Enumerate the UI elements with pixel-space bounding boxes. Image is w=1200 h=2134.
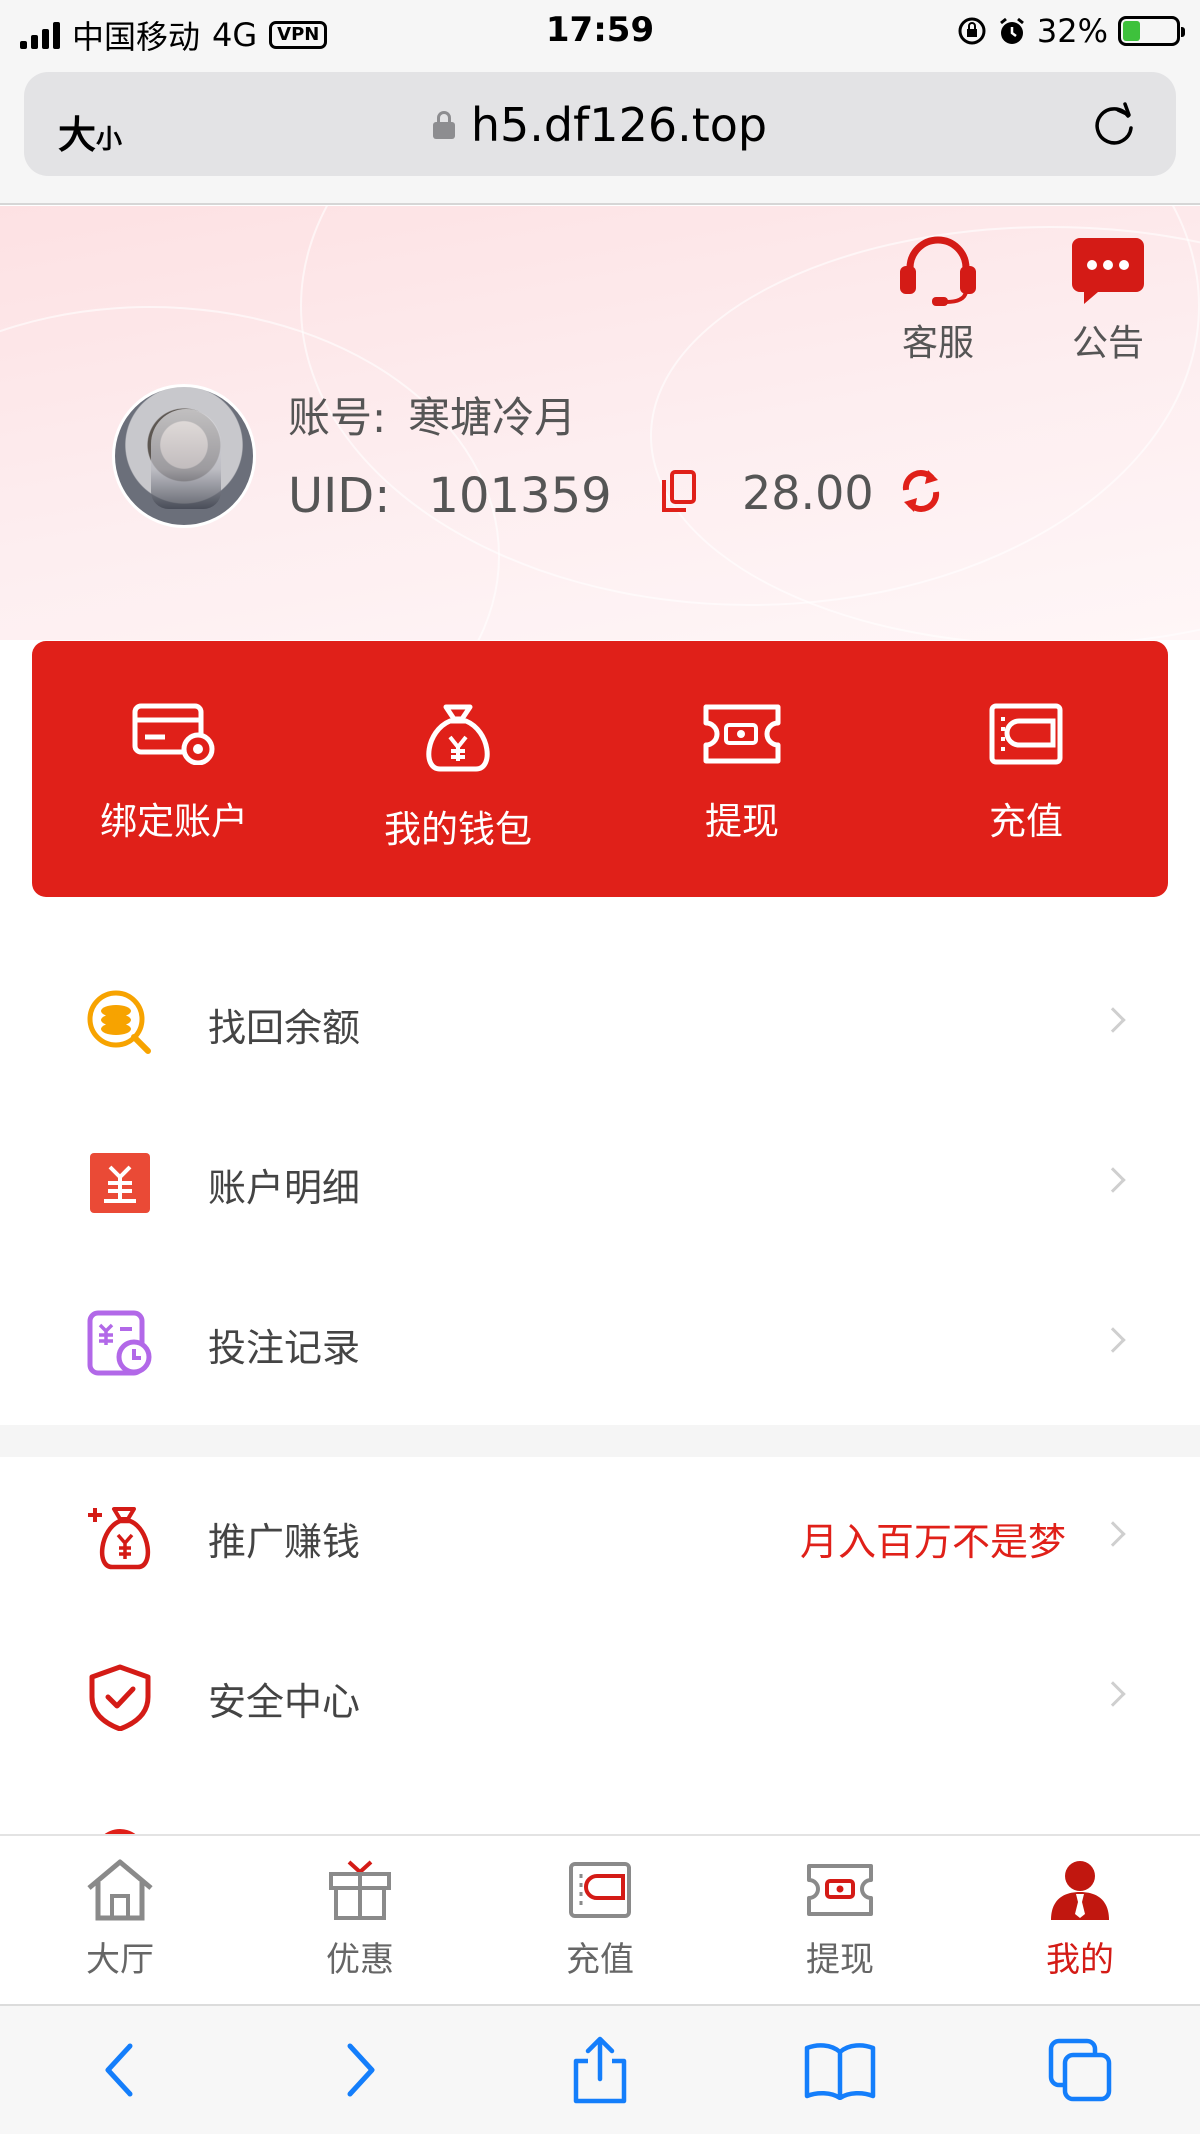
bind-account-icon: [132, 703, 215, 765]
recover-balance-icon: [87, 990, 151, 1054]
tabs-button[interactable]: [1040, 2030, 1120, 2110]
withdraw-icon: [807, 1864, 873, 1916]
tab-label: 充值: [566, 1940, 634, 1980]
withdraw-button[interactable]: 提现: [600, 641, 884, 897]
forward-button[interactable]: [320, 2030, 400, 2110]
bind-account-button[interactable]: 绑定账户: [32, 641, 316, 897]
uid-row: UID: 101359: [288, 468, 612, 524]
tab-label: 大厅: [86, 1940, 154, 1980]
tab-label: 我的: [1046, 1940, 1114, 1980]
menu-item-account-detail[interactable]: 账户明细: [0, 1103, 1200, 1263]
tab-deposit[interactable]: 充值: [480, 1836, 720, 2004]
account-row: 账号: 寒塘冷月: [288, 384, 576, 445]
tabs-icon: [1048, 2038, 1112, 2102]
tab-mine[interactable]: 我的: [960, 1836, 1200, 2004]
tab-promotions[interactable]: 优惠: [240, 1836, 480, 2004]
chevron-right-icon: [1100, 1007, 1126, 1033]
battery-icon: [1118, 16, 1185, 46]
wallet-bag-icon: [426, 704, 490, 772]
share-icon: [573, 2036, 627, 2104]
tab-lobby[interactable]: 大厅: [0, 1836, 240, 2004]
bottom-tab-bar: 大厅 优惠 充值 提现 我的: [0, 1834, 1200, 2004]
uid-label: UID:: [288, 468, 391, 524]
notice-label: 公告: [1071, 323, 1144, 364]
bet-record-icon: [87, 1310, 152, 1376]
book-icon: [804, 2043, 876, 2100]
chevron-left-icon: [105, 2043, 133, 2097]
profile-header: 客服 公告 账号: 寒塘冷月 UID: 101359 28.00: [0, 206, 1200, 640]
promo-slogan: 月入百万不是梦: [799, 1520, 1066, 1564]
tab-label: 优惠: [326, 1940, 394, 1980]
menu-group-2: 推广赚钱 月入百万不是梦 安全中心: [0, 1457, 1200, 1837]
back-button[interactable]: [80, 2030, 160, 2110]
tab-label: 提现: [806, 1940, 874, 1980]
copy-icon[interactable]: [660, 470, 698, 514]
bind-account-label: 绑定账户: [100, 800, 248, 843]
chevron-right-icon: [1100, 1327, 1126, 1353]
address-bar[interactable]: 大小 h5.df126.top: [24, 72, 1176, 176]
browser-address-area: 大小 h5.df126.top: [0, 60, 1200, 205]
security-shield-icon: [89, 1664, 151, 1731]
battery-percent: 32%: [1036, 12, 1108, 50]
menu-item-promote[interactable]: 推广赚钱 月入百万不是梦: [0, 1457, 1200, 1617]
notice-button[interactable]: 公告: [1058, 234, 1158, 366]
message-icon: [1072, 238, 1144, 304]
avatar[interactable]: [112, 384, 256, 528]
account-detail-icon: [90, 1153, 150, 1213]
deposit-button[interactable]: 充值: [884, 641, 1168, 897]
menu-label: 推广赚钱: [208, 1520, 361, 1564]
share-button[interactable]: [560, 2030, 640, 2110]
tab-withdraw[interactable]: 提现: [720, 1836, 960, 2004]
chevron-right-icon: [1100, 1681, 1126, 1707]
customer-service-button[interactable]: 客服: [888, 234, 988, 366]
menu-label: 投注记录: [208, 1326, 361, 1370]
balance-amount: 28.00: [742, 466, 874, 520]
account-name: 寒塘冷月: [408, 393, 577, 442]
url-text: h5.df126.top: [470, 98, 768, 152]
status-bar: 中国移动 4G VPN 17:59 32%: [0, 0, 1200, 60]
user-icon: [1051, 1861, 1109, 1920]
alarm-icon: [999, 17, 1024, 44]
browser-toolbar: [0, 2004, 1200, 2134]
chevron-right-icon: [1100, 1521, 1126, 1547]
menu-item-bet-record[interactable]: 投注记录: [0, 1263, 1200, 1423]
home-icon: [87, 1859, 153, 1921]
quick-actions: 绑定账户 我的钱包 提现 充值: [32, 641, 1168, 897]
headset-icon: [900, 236, 976, 306]
deposit-icon: [989, 703, 1063, 765]
uid-value: 101359: [428, 468, 612, 524]
menu-item-recover-balance[interactable]: 找回余额: [0, 943, 1200, 1103]
menu-item-partial[interactable]: [0, 1777, 1200, 1837]
deposit-label: 充值: [989, 800, 1063, 843]
menu-label: 找回余额: [208, 1006, 361, 1050]
my-wallet-button[interactable]: 我的钱包: [316, 641, 600, 897]
account-label: 账号:: [288, 393, 387, 442]
chevron-right-icon: [347, 2043, 375, 2097]
lock-icon: [432, 110, 455, 139]
bookmarks-button[interactable]: [800, 2030, 880, 2110]
menu-label: 账户明细: [208, 1166, 361, 1210]
menu-group-1: 找回余额 账户明细 投注记录: [0, 943, 1200, 1423]
section-divider: [0, 1425, 1200, 1457]
withdraw-icon: [703, 704, 781, 764]
chevron-right-icon: [1100, 1167, 1126, 1193]
withdraw-label: 提现: [705, 800, 779, 843]
rotation-lock-icon: [958, 17, 986, 45]
deposit-icon: [569, 1862, 631, 1918]
my-wallet-label: 我的钱包: [384, 808, 532, 851]
customer-service-label: 客服: [901, 323, 974, 364]
menu-label: 安全中心: [208, 1680, 361, 1724]
reload-icon[interactable]: [1088, 98, 1140, 150]
promote-icon: [88, 1507, 151, 1570]
refresh-balance-icon[interactable]: [898, 468, 944, 514]
gift-icon: [329, 1860, 391, 1920]
menu-item-security[interactable]: 安全中心: [0, 1617, 1200, 1777]
